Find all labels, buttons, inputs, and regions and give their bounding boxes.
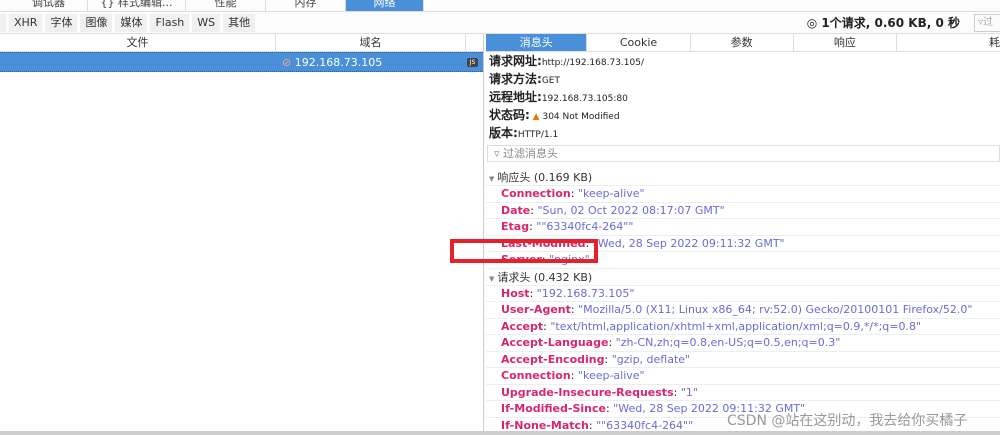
header-row[interactable]: Upgrade-Insecure-Requests: "1" (486, 385, 1000, 401)
column-domain[interactable]: 域名 (276, 34, 466, 51)
tab-style-editor[interactable]: {} 样式编辑... (88, 0, 186, 11)
filter-images[interactable]: 图像 (80, 13, 113, 32)
header-value: "Wed, 28 Sep 2022 09:11:32 GMT" (592, 236, 785, 250)
header-row[interactable]: Connection: "keep-alive" (486, 368, 1000, 385)
summary-row: 请求网址:http://192.168.73.105/ (486, 52, 1000, 70)
highlight-annotation (450, 239, 598, 263)
header-name: Host (501, 286, 530, 300)
header-name: Connection (501, 187, 571, 200)
filter-media[interactable]: 媒体 (115, 13, 148, 32)
header-row[interactable]: Host: "192.168.73.105" (486, 286, 1000, 302)
tab-network[interactable]: 网络 (346, 0, 424, 11)
summary-label: 远程地址: (489, 90, 542, 104)
header-value: "zh-CN,zh;q=0.8,en-US;q=0.5,en;q=0.3" (615, 336, 841, 349)
header-row[interactable]: Etag: ""63340fc4-264"" (486, 219, 1000, 236)
js-badge-icon: JS (467, 58, 478, 67)
request-details: 消息头 Cookie 参数 响应 耗 请求网址:http://192.168.7… (486, 34, 1000, 435)
warning-icon: ▲ (529, 112, 543, 122)
tab-cookie[interactable]: Cookie (587, 34, 691, 51)
summary-row: 远程地址:192.168.73.105:80 (486, 88, 1000, 106)
filter-other[interactable]: 其他 (223, 13, 256, 32)
filter-button-all[interactable] (0, 13, 6, 32)
header-value: ""63340fc4-264"" (596, 418, 694, 432)
tab-memory[interactable]: 内存 (266, 0, 346, 11)
request-headers-toggle[interactable]: ▼ 请求头 (0.432 KB) (486, 269, 1000, 286)
request-row[interactable]: ⊘ 192.168.73.105 JS (0, 52, 483, 72)
expand-triangle-icon: ▼ (489, 274, 495, 283)
summary-label: 版本: (489, 126, 518, 140)
filter-fonts[interactable]: 字体 (45, 13, 78, 32)
response-headers-toggle[interactable]: ▼ 响应头 (0.169 KB) (486, 169, 1000, 186)
header-value: "Sun, 02 Oct 2022 08:17:07 GMT" (537, 203, 725, 217)
header-value: "keep-alive" (577, 369, 645, 382)
stopwatch-icon: ◎ (806, 16, 822, 30)
summary-value: http://192.168.73.105/ (541, 58, 644, 68)
summary-label: 状态码: (489, 108, 530, 122)
filter-xhr[interactable]: XHR (9, 13, 43, 32)
header-name: Accept-Language (501, 336, 609, 349)
request-summary: ◎ 1个请求, 0.60 KB, 0 秒 (806, 16, 960, 30)
summary-value: 304 Not Modified (542, 112, 620, 122)
filter-flash[interactable]: Flash (150, 13, 190, 32)
summary-value: 192.168.73.105:80 (541, 94, 628, 104)
expand-triangle-icon: ▼ (489, 175, 495, 183)
insecure-lock-icon: ⊘ (282, 56, 295, 69)
header-row[interactable]: User-Agent: "Mozilla/5.0 (X11; Linux x86… (486, 302, 1000, 319)
filter-icon: ▿ (494, 147, 504, 160)
header-value: ""63340fc4-264"" (536, 220, 634, 233)
filter-bar: XHR 字体 图像 媒体 Flash WS 其他 ◎ 1个请求, 0.60 KB… (0, 12, 1000, 34)
header-name: Upgrade-Insecure-Requests (501, 385, 674, 399)
summary-row: 状态码: ▲ 304 Not Modified (486, 106, 1000, 124)
header-name: Accept (501, 319, 544, 333)
header-value: "gzip, deflate" (611, 352, 691, 366)
header-name: If-None-Match (501, 418, 589, 432)
header-value: "Mozilla/5.0 (X11; Linux x86_64; rv:52.0… (578, 303, 973, 316)
filter-ws[interactable]: WS (192, 13, 221, 32)
summary-value: HTTP/1.1 (517, 130, 559, 140)
summary-value: GET (541, 76, 560, 86)
detail-tabs: 消息头 Cookie 参数 响应 耗 (486, 34, 1000, 52)
summary-row: 请求方法:GET (486, 70, 1000, 88)
tab-performance[interactable]: 性能 (186, 0, 266, 11)
header-row[interactable]: Connection: "keep-alive" (486, 186, 1000, 203)
column-file[interactable]: 文件 (0, 34, 276, 51)
header-row[interactable]: Accept-Encoding: "gzip, deflate" (486, 352, 1000, 368)
request-list: 文件 域名 ⊘ 192.168.73.105 JS (0, 34, 484, 435)
tab-params[interactable]: 参数 (691, 34, 794, 51)
header-name: If-Modified-Since (501, 402, 606, 415)
summary-label: 请求方法: (489, 72, 542, 86)
header-name: Date (501, 203, 531, 217)
header-value: "keep-alive" (577, 187, 645, 200)
header-row[interactable]: Accept: "text/html,application/xhtml+xml… (486, 319, 1000, 335)
header-name: Accept-Encoding (501, 352, 605, 366)
header-name: User-Agent (501, 303, 571, 316)
tab-timings[interactable]: 耗 (897, 34, 1000, 51)
toolbox-tabs: 调试器 {} 样式编辑... 性能 内存 网络 (0, 0, 1000, 12)
request-domain: ⊘ 192.168.73.105 (282, 56, 383, 69)
tab-debugger[interactable]: 调试器 (10, 0, 88, 11)
horizontal-scrollbar[interactable] (0, 431, 1000, 435)
request-list-header: 文件 域名 (0, 34, 483, 52)
tab-headers[interactable]: 消息头 (486, 34, 588, 51)
tab-response[interactable]: 响应 (794, 34, 897, 51)
header-value: "1" (680, 385, 698, 399)
header-name: Connection (501, 369, 571, 382)
header-row[interactable]: Date: "Sun, 02 Oct 2022 08:17:07 GMT" (486, 203, 1000, 219)
header-value: "text/html,application/xhtml+xml,applica… (550, 319, 922, 333)
watermark: CSDN @站在这别动，我去给你买橘子 (727, 413, 968, 429)
filter-urls-input[interactable]: ▿过 (974, 14, 1000, 32)
header-value: "192.168.73.105" (536, 286, 635, 300)
header-row[interactable]: Accept-Language: "zh-CN,zh;q=0.8,en-US;q… (486, 335, 1000, 352)
header-name: Etag (501, 220, 530, 233)
summary-label: 请求网址: (489, 54, 542, 68)
filter-headers-input[interactable]: ▿ 过滤消息头 (487, 145, 1000, 162)
summary-row: 版本:HTTP/1.1 (486, 124, 1000, 142)
